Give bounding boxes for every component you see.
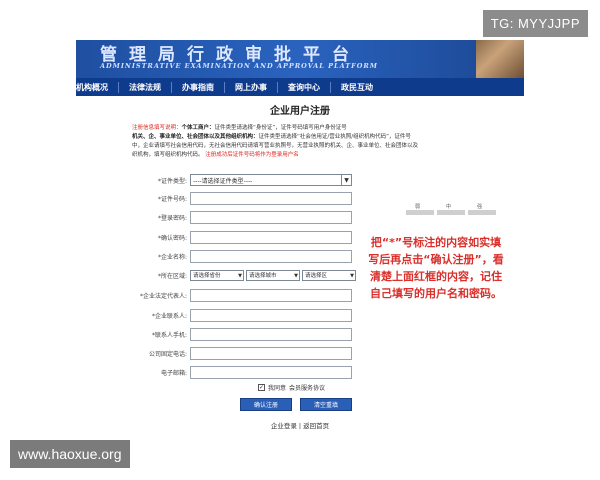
strength-weak	[406, 210, 434, 215]
nav-item-query[interactable]: 查询中心	[278, 81, 331, 93]
notes-line2-bold: 机关、企、事业单位、社会团体以及其他组织机构：	[132, 134, 259, 140]
strength-medium	[437, 210, 465, 215]
browser-screenshot: 管理局行政审批平台 ADMINISTRATIVE EXAMINATION AND…	[76, 40, 524, 435]
password-strength	[406, 210, 496, 215]
row-mobile: *联系人手机:	[136, 327, 352, 341]
notes-line2: 证件类型请选择“社会信用证/营业执照/组织机构代码”，证件号	[258, 134, 411, 140]
row-id-type: *证件类型: ----请选择证件类型---- ▼	[136, 173, 352, 187]
nav-item-online[interactable]: 网上办事	[225, 81, 278, 93]
tg-watermark: TG: MYYJJPP	[482, 10, 588, 37]
agree-text: 我同意	[268, 385, 287, 392]
contact-input[interactable]	[190, 308, 352, 322]
chevron-down-icon: ▼	[294, 272, 298, 279]
district-select[interactable]: 请选择区 ▼	[302, 269, 356, 281]
chevron-down-icon: ▼	[350, 272, 354, 279]
red-annotation: 把“*”号标注的内容如实填写后再点击“确认注册”，看清楚上面红框的内容，记住自己…	[368, 236, 504, 300]
row-id-number: *证件号码:	[136, 191, 352, 205]
id-number-input[interactable]	[190, 191, 352, 205]
nav-item-overview[interactable]: 机构概况	[76, 81, 119, 93]
row-contact: *企业联系人:	[136, 308, 352, 322]
footer-separator: |	[298, 422, 302, 430]
id-type-select-value: ----请选择证件类型----	[193, 177, 253, 185]
site-watermark: www.haoxue.org	[10, 440, 130, 468]
city-select-value: 请选择城市	[249, 273, 277, 279]
field-label: *企业法定代表人:	[139, 292, 187, 300]
clear-form-button[interactable]: 清空重填	[300, 398, 352, 411]
row-confirm-password: *确认密码:	[136, 230, 352, 244]
service-agreement-link[interactable]: 会员服务协议	[289, 383, 325, 392]
confirm-register-button[interactable]: 确认注册	[240, 398, 292, 411]
city-select[interactable]: 请选择城市 ▼	[246, 269, 300, 281]
notes-line3: 中，企业请填写社会信用代码，无社会信用代码请填写营业执照号，无营业执照的机关、企…	[132, 143, 419, 149]
back-home-link[interactable]: 返回首页	[303, 422, 329, 430]
field-label: *企业联系人:	[151, 312, 187, 320]
agreement: ✓ 我同意 会员服务协议	[258, 383, 325, 392]
field-label: *证件号码:	[157, 195, 187, 203]
legal-rep-input[interactable]	[190, 288, 352, 302]
strength-weak-label: 弱	[415, 204, 421, 210]
company-login-link[interactable]: 企业登录	[271, 422, 297, 430]
registration-notes: 注册信息填写说明：个体工商户：证件类型请选择“身份证”，证件号码填写用户身份证号…	[132, 124, 524, 160]
nav-item-guide[interactable]: 办事指南	[172, 81, 225, 93]
notes-label: 注册信息填写说明：	[132, 125, 182, 131]
chevron-down-icon: ▼	[341, 175, 351, 185]
confirm-password-input[interactable]	[190, 230, 352, 244]
chevron-down-icon: ▼	[238, 272, 242, 279]
banner-subtitle: ADMINISTRATIVE EXAMINATION AND APPROVAL …	[100, 62, 378, 70]
company-name-input[interactable]	[190, 249, 352, 263]
field-label: *证件类型:	[157, 177, 187, 185]
id-type-select[interactable]: ----请选择证件类型---- ▼	[190, 174, 352, 186]
email-input[interactable]	[190, 365, 352, 379]
nav-item-interaction[interactable]: 政民互动	[331, 82, 383, 93]
field-label: 电子邮箱:	[160, 369, 187, 377]
agree-checkbox[interactable]: ✓	[258, 384, 265, 391]
row-password: *登录密码:	[136, 210, 352, 224]
strength-strong-label: 强	[477, 204, 483, 210]
row-company-name: *企业名称:	[136, 249, 352, 263]
banner-photo	[476, 40, 524, 78]
field-label: *联系人手机:	[151, 331, 187, 339]
field-label: *企业名称:	[157, 253, 187, 261]
row-email: 电子邮箱:	[136, 365, 352, 379]
field-label: 公司固定电话:	[148, 350, 187, 358]
strength-strong	[468, 210, 496, 215]
province-select[interactable]: 请选择省份 ▼	[190, 269, 244, 281]
nav-item-laws[interactable]: 法律法规	[119, 81, 172, 93]
row-phone: 公司固定电话:	[136, 346, 352, 360]
phone-input[interactable]	[190, 346, 352, 360]
strength-medium-label: 中	[446, 204, 452, 210]
notes-line1-bold: 个体工商户：	[181, 125, 215, 131]
district-select-value: 请选择区	[305, 273, 328, 279]
province-select-value: 请选择省份	[193, 273, 221, 279]
notes-line4: 织机构，填写组织机构代码。	[132, 152, 204, 158]
notes-line4-red: 注册成功后证件号码将作为登录用户名	[205, 152, 299, 158]
row-legal-rep: *企业法定代表人:	[136, 288, 352, 302]
password-input[interactable]	[190, 210, 352, 224]
notes-line1: 证件类型请选择“身份证”，证件号码填写用户身份证号	[214, 125, 347, 131]
field-label: *所在区域:	[157, 272, 187, 280]
site-banner: 管理局行政审批平台 ADMINISTRATIVE EXAMINATION AND…	[76, 40, 524, 78]
footer-links: 企业登录 | 返回首页	[76, 420, 524, 430]
field-label: *确认密码:	[157, 234, 187, 242]
field-label: *登录密码:	[157, 214, 187, 222]
page-title: 企业用户注册	[270, 106, 330, 117]
mobile-input[interactable]	[190, 327, 352, 341]
row-region: *所在区域: 请选择省份 ▼ 请选择城市 ▼ 请选择区 ▼	[136, 268, 358, 282]
main-nav: 机构概况 法律法规 办事指南 网上办事 查询中心 政民互动	[76, 78, 524, 96]
